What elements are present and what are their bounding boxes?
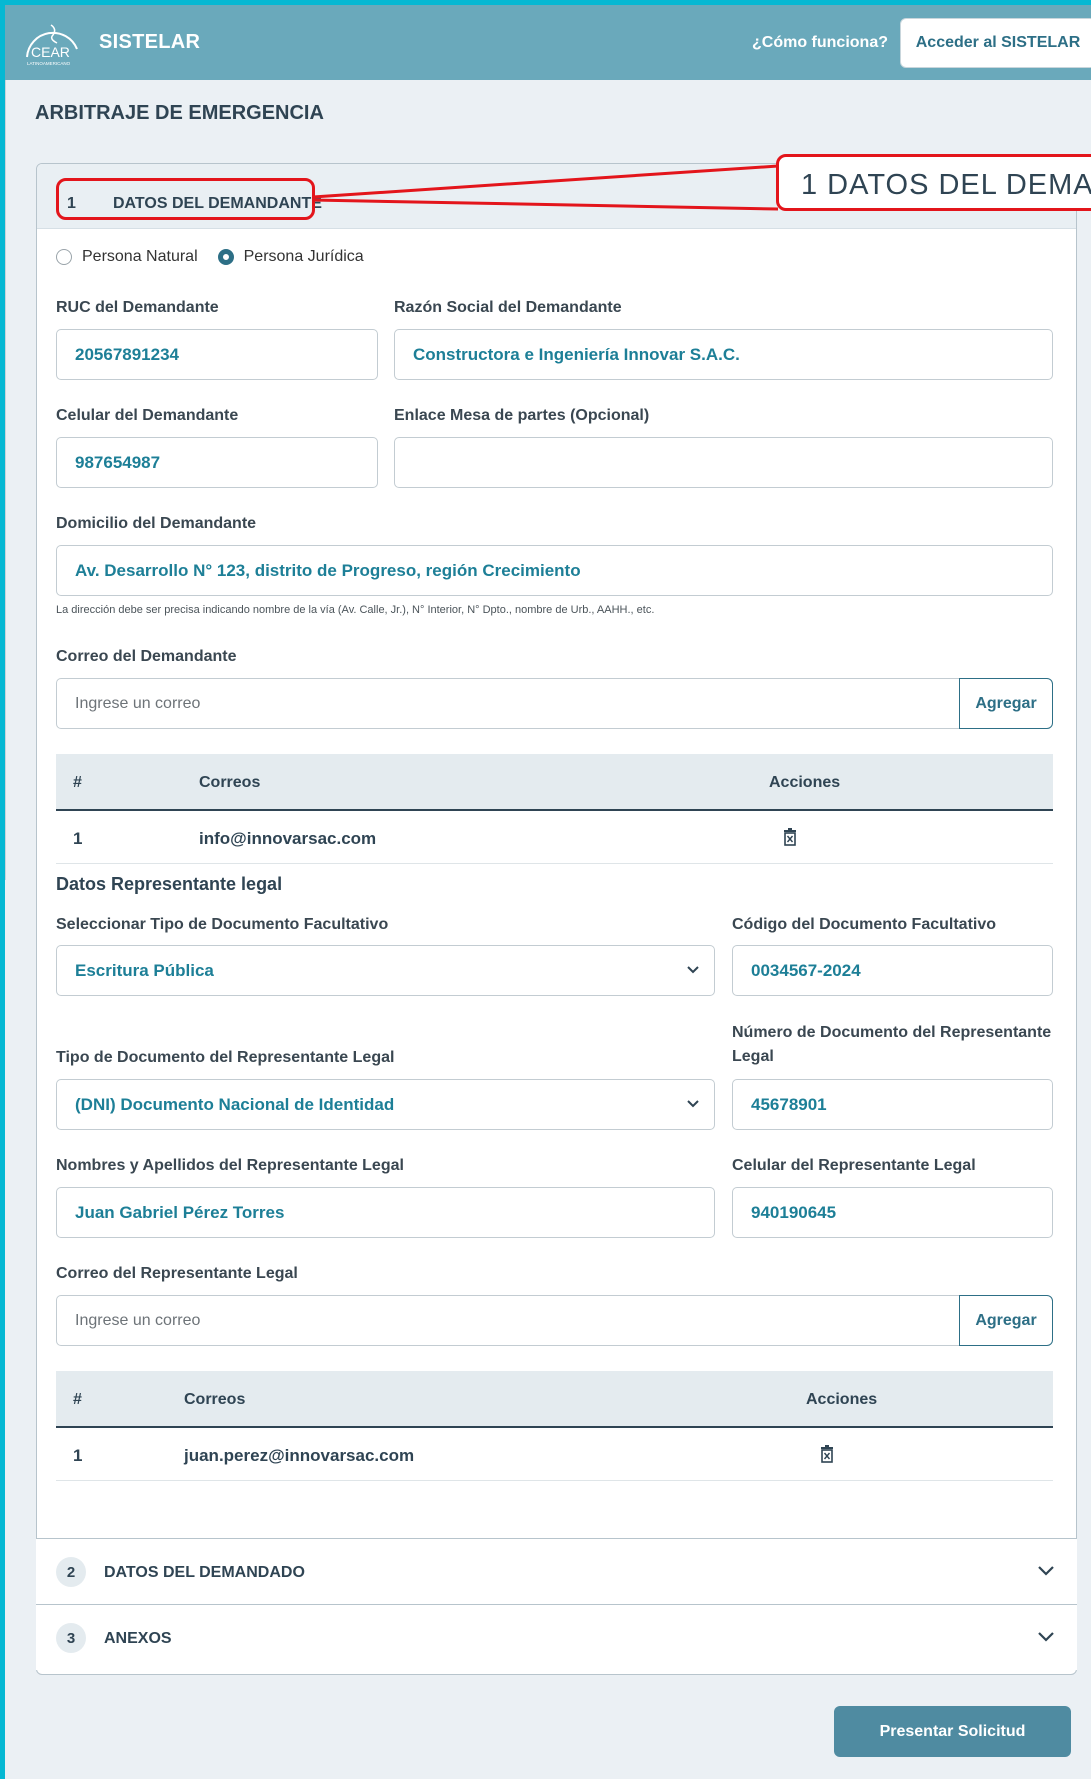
chevron-down-icon xyxy=(687,966,699,974)
celular-rep-label: Celular del Representante Legal xyxy=(732,1157,976,1174)
brand-name: SISTELAR xyxy=(99,31,201,53)
correo-rep-input[interactable]: Ingrese un correo xyxy=(56,1295,960,1346)
correos-rep-table-header: # Correos Acciones xyxy=(56,1371,1053,1428)
row-index: 1 xyxy=(73,1446,83,1465)
chevron-down-icon xyxy=(1038,1632,1054,1642)
col-index: # xyxy=(73,774,82,791)
add-correo-rep-button[interactable]: Agregar xyxy=(959,1295,1053,1346)
tipo-doc-fac-select[interactable]: Escritura Pública xyxy=(56,945,715,996)
domicilio-input[interactable]: Av. Desarrollo N° 123, distrito de Progr… xyxy=(56,545,1053,596)
tipo-doc-fac-label: Seleccionar Tipo de Documento Facultativ… xyxy=(56,916,389,933)
radio-juridica-label[interactable]: Persona Jurídica xyxy=(244,248,364,266)
trash-icon[interactable] xyxy=(783,828,797,846)
row-email: juan.perez@innovarsac.com xyxy=(184,1446,415,1465)
section-2-header[interactable]: 2 DATOS DEL DEMANDADO xyxy=(36,1538,1077,1604)
table-row: 1 info@innovarsac.com xyxy=(56,812,1053,864)
tipo-doc-label: Tipo de Documento del Representante Lega… xyxy=(56,1049,395,1066)
person-type-radios: Persona Natural Persona Jurídica xyxy=(56,248,384,266)
radio-natural-label[interactable]: Persona Natural xyxy=(82,248,198,266)
domicilio-label: Domicilio del Demandante xyxy=(56,515,257,532)
correo-input[interactable]: Ingrese un correo xyxy=(56,678,960,729)
how-it-works-link[interactable]: ¿Cómo funciona? xyxy=(752,34,888,52)
domicilio-hint: La dirección debe ser precisa indicando … xyxy=(56,604,655,616)
col-acciones: Acciones xyxy=(769,774,841,791)
tipo-doc-fac-value: Escritura Pública xyxy=(75,960,214,980)
celular-label: Celular del Demandante xyxy=(56,407,239,424)
tipo-doc-value: (DNI) Documento Nacional de Identidad xyxy=(75,1094,395,1114)
callout-text: 1 DATOS DEL DEMA xyxy=(801,169,1091,201)
correos-table-header: # Correos Acciones xyxy=(56,754,1053,811)
section-3-number: 3 xyxy=(56,1623,86,1653)
codigo-input[interactable]: 0034567-2024 xyxy=(732,945,1053,996)
section-3-title: ANEXOS xyxy=(104,1630,172,1647)
ruc-label: RUC del Demandante xyxy=(56,299,219,316)
zoom-callout: 1 DATOS DEL DEMA xyxy=(776,154,1091,211)
ruc-input[interactable]: 20567891234 xyxy=(56,329,378,380)
section-2-number: 2 xyxy=(56,1557,86,1587)
row-index: 1 xyxy=(73,829,83,848)
correo-rep-label: Correo del Representante Legal xyxy=(56,1265,298,1282)
chevron-down-icon xyxy=(1038,1566,1054,1576)
section-highlight xyxy=(56,178,315,220)
enlace-input[interactable] xyxy=(394,437,1053,488)
col-acciones: Acciones xyxy=(806,1391,878,1408)
row-email: info@innovarsac.com xyxy=(199,829,377,848)
razon-social-input[interactable]: Constructora e Ingeniería Innovar S.A.C. xyxy=(394,329,1053,380)
trash-icon[interactable] xyxy=(820,1445,834,1463)
col-index: # xyxy=(73,1391,82,1408)
radio-persona-natural[interactable] xyxy=(56,249,72,265)
correo-label: Correo del Demandante xyxy=(56,648,237,665)
razon-social-label: Razón Social del Demandante xyxy=(394,299,622,316)
page-title: ARBITRAJE DE EMERGENCIA xyxy=(35,102,324,124)
nombres-label: Nombres y Apellidos del Representante Le… xyxy=(56,1157,404,1174)
access-sistelar-button[interactable]: Acceder al SISTELAR xyxy=(900,18,1091,68)
table-row: 1 juan.perez@innovarsac.com xyxy=(56,1429,1053,1481)
logo-subtext: LATINOAMERICANO xyxy=(27,61,71,66)
tipo-doc-select[interactable]: (DNI) Documento Nacional de Identidad xyxy=(56,1079,715,1130)
num-doc-label: Número de Documento del Representante Le… xyxy=(732,1024,1052,1065)
section-3-header[interactable]: 3 ANEXOS xyxy=(36,1604,1077,1670)
celular-input[interactable]: 987654987 xyxy=(56,437,378,488)
logo-text: CEAR xyxy=(31,44,70,60)
representante-subtitle: Datos Representante legal xyxy=(56,874,283,894)
section-2-title: DATOS DEL DEMANDADO xyxy=(104,1564,305,1581)
submit-request-button[interactable]: Presentar Solicitud xyxy=(834,1706,1071,1757)
nombres-input[interactable]: Juan Gabriel Pérez Torres xyxy=(56,1187,715,1238)
enlace-label: Enlace Mesa de partes (Opcional) xyxy=(394,407,650,424)
cear-logo: CEAR LATINOAMERICANO xyxy=(26,24,78,66)
chevron-down-icon xyxy=(687,1100,699,1108)
add-correo-button[interactable]: Agregar xyxy=(959,678,1053,729)
codigo-label: Código del Documento Facultativo xyxy=(732,916,997,933)
left-rule xyxy=(5,80,6,880)
col-correos: Correos xyxy=(184,1391,246,1408)
top-header: CEAR LATINOAMERICANO SISTELAR ¿Cómo func… xyxy=(5,5,1091,80)
radio-persona-juridica[interactable] xyxy=(217,249,234,265)
celular-rep-input[interactable]: 940190645 xyxy=(732,1187,1053,1238)
num-doc-input[interactable]: 45678901 xyxy=(732,1079,1053,1130)
col-correos: Correos xyxy=(199,774,261,791)
